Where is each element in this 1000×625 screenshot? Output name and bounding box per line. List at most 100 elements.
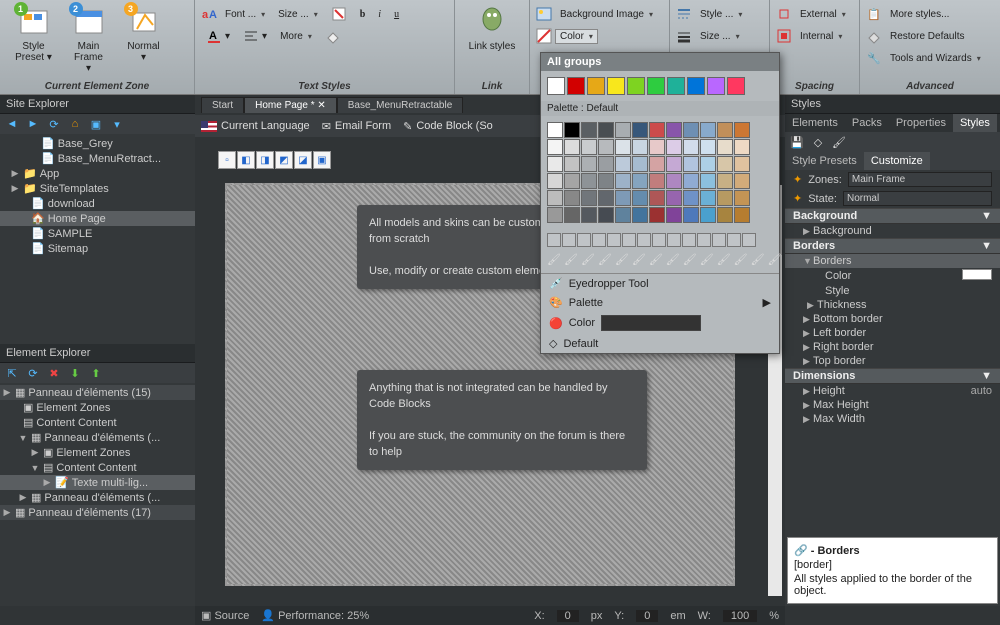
custom-color-slot[interactable] [652, 233, 666, 247]
custom-color-slot[interactable] [547, 233, 561, 247]
normal-button[interactable]: 3 Normal▾ [116, 3, 171, 76]
color-swatch[interactable] [547, 207, 563, 223]
color-swatch[interactable] [547, 122, 563, 138]
custom-color-slot[interactable] [742, 233, 756, 247]
color-swatch[interactable] [615, 207, 631, 223]
custom-color-slot[interactable] [637, 233, 651, 247]
custom-color-slot[interactable] [727, 233, 741, 247]
color-swatch[interactable] [615, 190, 631, 206]
custom-color-slot[interactable] [682, 233, 696, 247]
document-tab[interactable]: Base_MenuRetractable [337, 97, 464, 113]
brush-slot[interactable]: 🖌 [734, 253, 748, 267]
color-swatch[interactable] [581, 207, 597, 223]
bg-image-dropdown[interactable]: Background Image [555, 7, 658, 22]
tree-node[interactable]: 📄Base_MenuRetract... [0, 151, 195, 166]
property-row[interactable]: ▶Right border [785, 340, 1000, 354]
custom-color-slot[interactable] [697, 233, 711, 247]
styles-subtab[interactable]: Elements [785, 114, 845, 132]
state-select[interactable]: Normal [843, 191, 992, 206]
property-row[interactable]: ▶Left border [785, 326, 1000, 340]
color-swatch[interactable] [547, 156, 563, 172]
property-row[interactable]: ▶Max Height [785, 398, 1000, 412]
color-swatch[interactable] [581, 173, 597, 189]
main-frame-button[interactable]: 2 Main Frame▾ [61, 3, 116, 76]
color-swatch[interactable] [632, 139, 648, 155]
color-swatch[interactable] [649, 122, 665, 138]
tree-node[interactable]: 📄SAMPLE [0, 226, 195, 241]
save-style-icon[interactable]: 💾 [789, 134, 805, 150]
color-swatch[interactable] [683, 207, 699, 223]
custom-color-slot[interactable] [562, 233, 576, 247]
italic-button[interactable]: i [373, 7, 386, 22]
color-swatch[interactable] [666, 173, 682, 189]
color-swatch[interactable] [683, 139, 699, 155]
tree-node[interactable]: 📄Sitemap [0, 241, 195, 256]
font-dropdown[interactable]: Font ... [220, 7, 270, 22]
color-swatch[interactable] [717, 190, 733, 206]
brush-icon[interactable]: 🖌 [831, 134, 847, 150]
email-form-button[interactable]: ✉Email Form [322, 120, 391, 133]
property-row[interactable]: ▶Background [785, 224, 1000, 238]
bold-button[interactable]: b [355, 7, 371, 22]
color-swatch[interactable] [717, 173, 733, 189]
color-swatch[interactable] [700, 173, 716, 189]
tree-node[interactable]: ▼▦Panneau d'éléments (... [0, 430, 195, 445]
color-swatch[interactable] [547, 139, 563, 155]
w-input[interactable]: 100 [723, 610, 757, 622]
style-preset-button[interactable]: 1 StylePreset ▾ [6, 3, 61, 76]
element-tree[interactable]: ▶▦Panneau d'éléments (15)▣Element Zones▤… [0, 383, 195, 606]
brush-slot[interactable]: 🖌 [666, 253, 680, 267]
color-swatch[interactable] [734, 156, 750, 172]
border-style-dropdown[interactable]: Style ... [695, 7, 747, 22]
color-swatch[interactable] [564, 156, 580, 172]
property-row[interactable]: ▶Max Width [785, 412, 1000, 426]
brush-slot[interactable]: 🖌 [598, 253, 612, 267]
restore-defaults-button[interactable]: Restore Defaults [885, 29, 969, 44]
color-dropdown[interactable]: Color [555, 29, 598, 44]
tree-node[interactable]: ▶▣Element Zones [0, 445, 195, 460]
property-row[interactable]: ▶Bottom border [785, 312, 1000, 326]
folder-icon[interactable]: ▣ [88, 116, 104, 132]
source-button[interactable]: ▣ Source [201, 609, 249, 622]
custom-color-slot[interactable] [592, 233, 606, 247]
color-swatch[interactable] [734, 139, 750, 155]
refresh2-icon[interactable]: ⟳ [25, 365, 41, 381]
custom-color-slot[interactable] [607, 233, 621, 247]
color-swatch[interactable] [615, 122, 631, 138]
color-swatch[interactable] [632, 173, 648, 189]
custom-color-slot[interactable] [577, 233, 591, 247]
color-swatch[interactable] [666, 139, 682, 155]
border-size-dropdown[interactable]: Size ... [695, 29, 745, 44]
color-swatch[interactable] [700, 207, 716, 223]
brush-slot[interactable]: 🖌 [768, 253, 782, 267]
color-swatch[interactable] [717, 156, 733, 172]
refresh-icon[interactable]: ⟳ [46, 116, 62, 132]
up-icon[interactable]: ⬆ [88, 365, 104, 381]
property-section-header[interactable]: Dimensions▼ [785, 368, 1000, 384]
document-tab[interactable]: Start [201, 97, 244, 113]
brush-slot[interactable]: 🖌 [700, 253, 714, 267]
external-spacing-dropdown[interactable]: External [795, 7, 851, 22]
property-row[interactable]: ▶Top border [785, 354, 1000, 368]
color-swatch[interactable] [683, 190, 699, 206]
tools-wizards-dropdown[interactable]: Tools and Wizards [885, 51, 986, 66]
color-swatch[interactable] [666, 190, 682, 206]
color-swatch[interactable] [683, 156, 699, 172]
brush-slot[interactable]: 🖌 [564, 253, 578, 267]
tree-node[interactable]: ▼▤Content Content [0, 460, 195, 475]
property-row[interactable]: ▶Heightauto [785, 384, 1000, 398]
color-swatch[interactable] [598, 190, 614, 206]
nav-fwd-icon[interactable]: ► [25, 116, 41, 132]
color-swatch[interactable] [727, 77, 745, 95]
color-swatch[interactable] [632, 190, 648, 206]
color-swatch[interactable] [666, 122, 682, 138]
customize-tab[interactable]: Customize [864, 152, 930, 170]
color-swatch[interactable] [564, 122, 580, 138]
color-swatch[interactable] [581, 156, 597, 172]
color-swatch[interactable] [598, 207, 614, 223]
text-color-button[interactable]: A▾ [201, 26, 235, 46]
tree-node[interactable]: ▣Element Zones [0, 400, 195, 415]
tree-node[interactable]: 📄download [0, 196, 195, 211]
color-swatch[interactable] [598, 139, 614, 155]
custom-color-slot[interactable] [712, 233, 726, 247]
